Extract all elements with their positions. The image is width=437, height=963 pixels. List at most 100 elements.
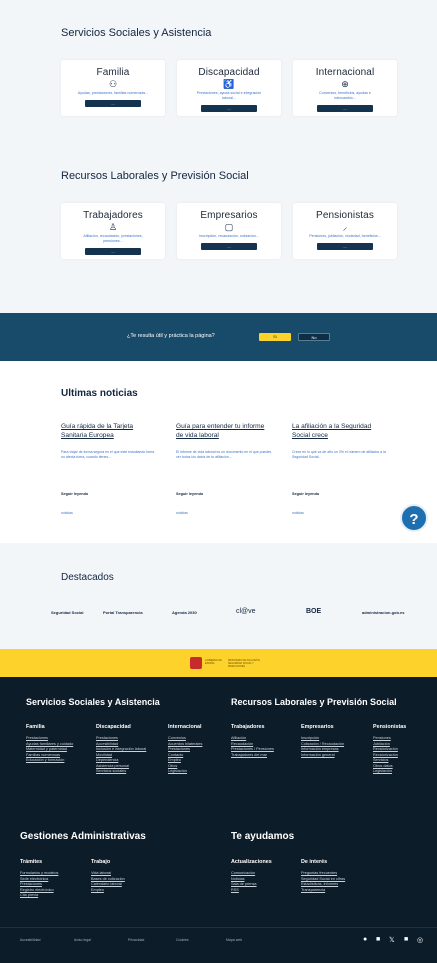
footer-link[interactable]: Transparencia xyxy=(301,888,381,894)
card-desc: Pensiones, jubilación, viudedad, benefic… xyxy=(309,234,381,238)
card-title: Empresarios xyxy=(200,210,258,221)
footer-col-familia: Familia Prestaciones Ayudas familiares y… xyxy=(26,724,88,764)
footer-link[interactable]: Educación y formación xyxy=(26,758,88,764)
card-button[interactable]: ... xyxy=(201,105,257,112)
ministry-label: MINISTERIO DE INCLUSIÓN, SEGURIDAD SOCIA… xyxy=(228,659,261,668)
news-category-link[interactable]: noticias xyxy=(61,511,73,515)
footer-bottom-link[interactable]: Mapa web xyxy=(226,938,242,942)
footer-heading: Servicios Sociales y Asistencia xyxy=(26,697,160,707)
facebook-icon[interactable]: ● xyxy=(363,936,367,943)
logo-clave[interactable]: cl@ve xyxy=(236,608,256,615)
footer-col-interes: De interés Preguntas frecuentes Segurida… xyxy=(301,859,381,893)
featured-section: Destacados Seguridad Social Portal Trans… xyxy=(0,543,437,649)
footer-link[interactable]: Legislación xyxy=(373,769,431,775)
card-button[interactable]: ... xyxy=(317,105,373,112)
x-icon[interactable]: 𝕏 xyxy=(389,936,395,944)
news-read-more[interactable]: Seguir leyendo xyxy=(61,492,88,496)
card-empresarios[interactable]: Empresarios ▢ Inscripción, recaudación, … xyxy=(177,203,281,259)
news-headline[interactable]: Guía para entender tu informe de vida la… xyxy=(176,422,272,440)
footer-link[interactable]: Trabajadores del mar xyxy=(231,753,293,759)
cane-icon: ⸝ xyxy=(342,222,348,232)
footer-link[interactable]: Legislación xyxy=(168,769,226,775)
footer-col-title: Familia xyxy=(26,724,45,730)
news-item[interactable]: La afiliación a la Seguridad Social crec… xyxy=(292,422,388,515)
footer-bottom-link[interactable]: Accesibilidad xyxy=(20,938,40,942)
logo-seguridad-social[interactable]: Seguridad Social xyxy=(51,610,83,615)
services-title: Servicios Sociales y Asistencia xyxy=(61,27,212,39)
footer-col-tramites: Trámites Formularios y modelos Sede elec… xyxy=(20,859,84,899)
resources-cards: Trabajadores ♙ Afiliación, recaudación, … xyxy=(61,203,397,259)
card-familia[interactable]: Familia ⚇ Ayudas, prestaciones, familias… xyxy=(61,60,165,116)
footer-col-title: Pensionistas xyxy=(373,724,407,730)
card-trabajadores[interactable]: Trabajadores ♙ Afiliación, recaudación, … xyxy=(61,203,165,259)
help-icon[interactable]: ? xyxy=(400,504,428,532)
footer-bottom-link[interactable]: Privacidad xyxy=(128,938,144,942)
card-internacional[interactable]: Internacional ⊕ Convenios, beneficios, a… xyxy=(293,60,397,116)
wheelchair-icon: ♿ xyxy=(223,79,235,89)
news-summary: Crece en lo que va de año un 3% el númer… xyxy=(292,450,386,459)
footer-bottom-link[interactable]: Cookies xyxy=(176,938,189,942)
footer-col-title: Trámites xyxy=(20,859,43,865)
news-read-more[interactable]: Seguir leyendo xyxy=(292,492,319,496)
feedback-band: ¿Te resulta útil y práctica la página? S… xyxy=(0,313,437,361)
footer-divider xyxy=(0,927,437,928)
services-cards: Familia ⚇ Ayudas, prestaciones, familias… xyxy=(61,60,397,116)
card-button[interactable]: ... xyxy=(317,243,373,250)
news-item[interactable]: Guía para entender tu informe de vida la… xyxy=(176,422,272,515)
footer-col-title: De interés xyxy=(301,859,328,865)
news-item[interactable]: Guía rápida de la Tarjeta Sanitaria Euro… xyxy=(61,422,157,515)
youtube-icon[interactable]: ■ xyxy=(376,936,380,943)
footer-link[interactable]: Cita previa xyxy=(20,893,84,899)
news-read-more[interactable]: Seguir leyendo xyxy=(176,492,203,496)
instagram-icon[interactable]: ◎ xyxy=(417,936,423,944)
card-pensionistas[interactable]: Pensionistas ⸝ Pensiones, jubilación, vi… xyxy=(293,203,397,259)
logo-boe[interactable]: BOE xyxy=(306,608,321,615)
card-discapacidad[interactable]: Discapacidad ♿ Prestaciones, ayuda socia… xyxy=(177,60,281,116)
footer-link[interactable]: Empleo xyxy=(91,888,157,894)
news-headline[interactable]: Guía rápida de la Tarjeta Sanitaria Euro… xyxy=(61,422,157,440)
footer-col-title: Internacional xyxy=(168,724,202,730)
footer-col-internacional: Internacional Convenios Acuerdos bilater… xyxy=(168,724,226,775)
footer-col-title: Trabajo xyxy=(91,859,111,865)
family-icon: ⚇ xyxy=(108,79,118,89)
linkedin-icon[interactable]: ■ xyxy=(404,936,408,943)
news-summary: Para viajar de forma segura en el que es… xyxy=(61,450,155,459)
footer-col-title: Trabajadores xyxy=(231,724,265,730)
government-band: GOBIERNO DE ESPAÑA MINISTERIO DE INCLUSI… xyxy=(0,649,437,677)
news-headline[interactable]: La afiliación a la Seguridad Social crec… xyxy=(292,422,388,440)
card-button[interactable]: ... xyxy=(85,100,141,107)
news-category-link[interactable]: noticias xyxy=(176,511,188,515)
logo-transparencia[interactable]: Portal Transparencia xyxy=(103,610,143,615)
card-title: Discapacidad xyxy=(198,67,260,78)
footer-link[interactable]: Servicios sociales xyxy=(96,769,158,775)
feedback-yes-button[interactable]: Sí xyxy=(259,333,291,341)
footer-heading: Gestiones Administrativas xyxy=(20,831,146,842)
card-desc: Afiliación, recaudación, prestaciones, p… xyxy=(83,234,143,243)
footer-link[interactable]: RSS xyxy=(231,888,293,894)
footer-col-empresarios: Empresarios Inscripción Cotización / Rec… xyxy=(301,724,367,758)
card-desc: Prestaciones, ayuda social e integración… xyxy=(196,91,262,100)
logo-administracion[interactable]: administracion.gob.es xyxy=(362,610,404,615)
feedback-no-button[interactable]: No xyxy=(298,333,330,341)
logo-agenda-2030[interactable]: Agenda 2030 xyxy=(172,610,197,615)
globe-icon: ⊕ xyxy=(341,79,349,89)
footer-col-pensionistas: Pensionistas Pensiones Jubilación Revalo… xyxy=(373,724,431,775)
site-footer: Servicios Sociales y Asistencia Recursos… xyxy=(0,677,437,963)
news-title: Ultimas noticias xyxy=(61,388,138,399)
footer-heading: Recursos Laborales y Previsión Social xyxy=(231,697,397,707)
footer-col-title: Discapacidad xyxy=(96,724,131,730)
footer-heading: Te ayudamos xyxy=(231,831,295,842)
briefcase-icon: ▢ xyxy=(224,222,234,232)
card-title: Internacional xyxy=(315,67,375,78)
footer-col-title: Actualizaciones xyxy=(231,859,272,865)
card-desc: Inscripción, recaudación, cotización... xyxy=(199,234,259,238)
footer-col-trabajadores: Trabajadores Afiliación Recaudación Pres… xyxy=(231,724,293,758)
card-title: Familia xyxy=(96,67,130,78)
footer-bottom-link[interactable]: Aviso legal xyxy=(74,938,91,942)
footer-link[interactable]: Información general xyxy=(301,753,367,759)
government-label: GOBIERNO DE ESPAÑA xyxy=(205,659,222,665)
card-button[interactable]: ... xyxy=(201,243,257,250)
card-button[interactable]: ... xyxy=(85,248,141,255)
news-summary: El informe de vida laboral es un documen… xyxy=(176,450,272,459)
news-category-link[interactable]: noticias xyxy=(292,511,304,515)
